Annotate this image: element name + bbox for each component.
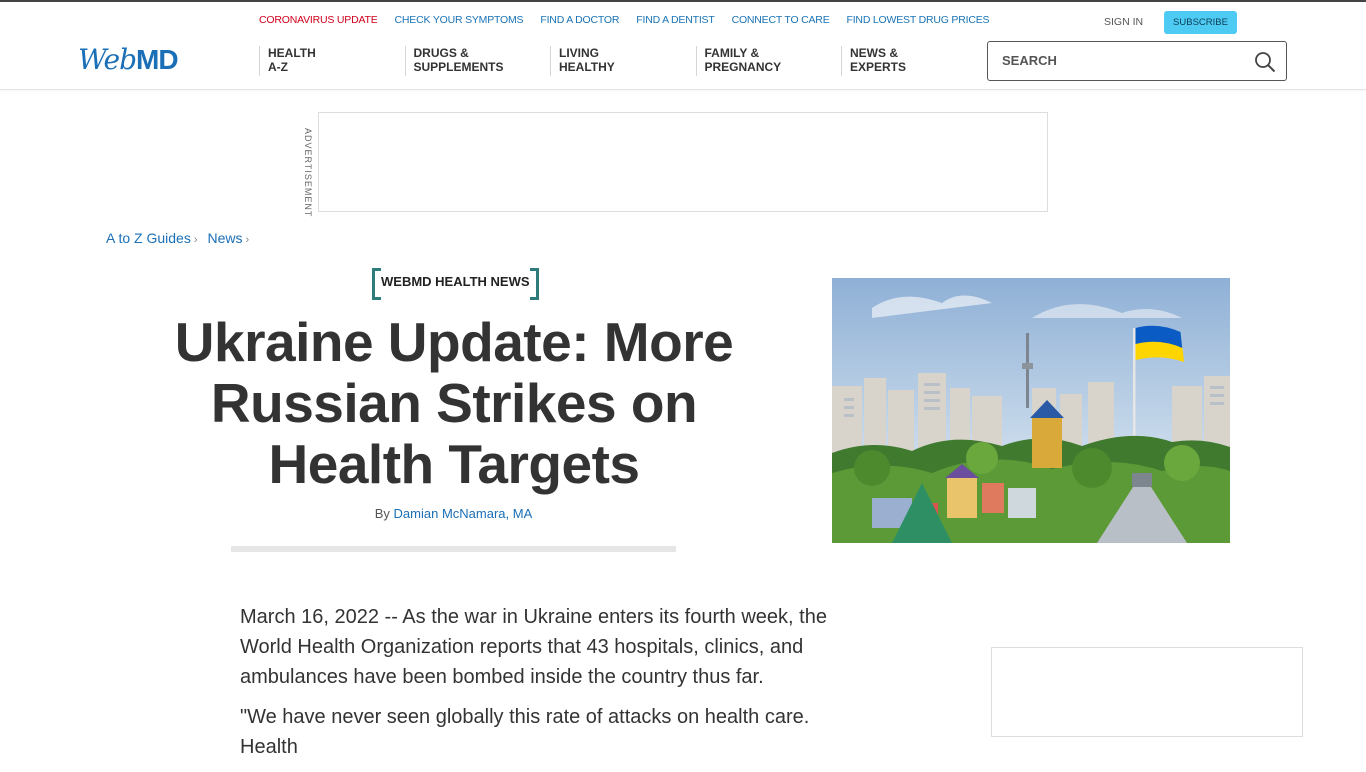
chevron-right-icon: › [193,234,198,246]
nav-line: HEALTH [268,46,316,60]
nav-line: A-Z [268,60,288,74]
nav-news-experts[interactable]: NEWS & EXPERTS [841,46,987,76]
breadcrumb: A to Z Guides › News › [106,230,249,246]
search-icon[interactable] [1254,51,1276,73]
main-nav: HEALTH A-Z DRUGS & SUPPLEMENTS LIVING HEALT… [259,46,987,76]
nav-family-pregnancy[interactable]: FAMILY & PREGNANCY [695,46,842,76]
sign-in-link[interactable]: SIGN IN [1104,16,1143,28]
logo-web: Web [78,43,137,76]
hero-image-illustration [832,278,1230,543]
article-byline: By Damian McNamara, MA [231,506,676,521]
advertisement-label: ADVERTISEMENT [303,128,313,218]
nav-line: NEWS & [850,46,898,60]
utility-link-care[interactable]: CONNECT TO CARE [732,14,830,26]
webmd-logo[interactable]: WebMD [78,43,179,76]
advertisement-banner[interactable] [318,112,1048,212]
breadcrumb-link-az-guides[interactable]: A to Z Guides [106,230,191,246]
logo-md: MD [136,44,179,75]
article-paragraph: "We have never seen globally this rate o… [240,706,810,758]
nav-line: SUPPLEMENTS [413,60,504,74]
nav-health-az[interactable]: HEALTH A-Z [259,46,405,76]
author-link[interactable]: Damian McNamara, MA [394,506,533,521]
byline-prefix: By [374,506,390,521]
search-box[interactable] [987,41,1287,81]
nav-drugs-supplements[interactable]: DRUGS & SUPPLEMENTS [404,46,551,76]
nav-line: DRUGS & [413,46,469,60]
article-section-tag: WEBMD HEALTH NEWS [372,268,539,300]
chevron-right-icon: › [245,234,250,246]
nav-line: LIVING [559,46,600,60]
article-body: March 16, 2022 -- As the war in Ukraine … [240,602,840,772]
breadcrumb-item: A to Z Guides › [106,230,198,246]
nav-line: EXPERTS [850,60,907,74]
subscribe-button[interactable]: SUBSCRIBE [1164,11,1237,34]
breadcrumb-link-news[interactable]: News [208,230,243,246]
search-input[interactable] [1002,53,1242,68]
utility-link-symptoms[interactable]: CHECK YOUR SYMPTOMS [395,14,524,26]
sidebar-advertisement[interactable] [991,647,1303,737]
article-headline: Ukraine Update: More Russian Strikes on … [174,311,734,495]
article-paragraph: March 16, 2022 -- As the war in Ukraine … [240,606,827,688]
hero-image-kyiv-skyline [832,278,1230,543]
utility-nav: CORONAVIRUS UPDATE CHECK YOUR SYMPTOMS F… [259,14,990,26]
utility-link-drug-prices[interactable]: FIND LOWEST DRUG PRICES [847,14,990,26]
nav-line: HEALTHY [559,60,615,74]
nav-living-healthy[interactable]: LIVING HEALTHY [550,46,696,76]
breadcrumb-item: News › [208,230,250,246]
headline-divider [231,546,676,552]
nav-line: FAMILY & [704,46,760,60]
utility-link-dentist[interactable]: FIND A DENTIST [636,14,714,26]
utility-link-coronavirus[interactable]: CORONAVIRUS UPDATE [259,14,378,26]
nav-line: PREGNANCY [704,60,782,74]
site-header: CORONAVIRUS UPDATE CHECK YOUR SYMPTOMS F… [0,2,1366,90]
utility-link-doctor[interactable]: FIND A DOCTOR [540,14,619,26]
